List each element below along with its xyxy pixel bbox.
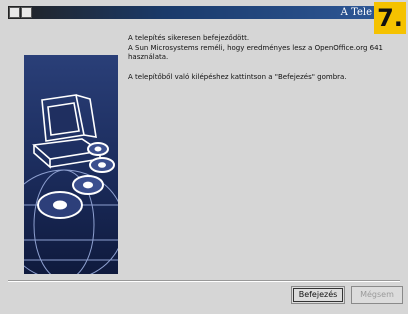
computer-icon xyxy=(24,94,118,274)
title-bar[interactable]: A Tele xyxy=(8,6,400,19)
window-shade-button[interactable] xyxy=(21,7,32,18)
message-exit-hint: A telepítőből való kilépéshez kattintson… xyxy=(128,72,347,81)
separator xyxy=(8,280,400,282)
step-badge: 7. xyxy=(374,2,406,34)
message-area: A telepítés sikeresen befejeződött. A Su… xyxy=(128,34,388,82)
cancel-button[interactable]: Mégsem xyxy=(351,286,403,304)
message-thanks: A Sun Microsystems reméli, hogy eredmény… xyxy=(128,43,383,62)
finish-button[interactable]: Befejezés xyxy=(291,286,345,304)
message-success: A telepítés sikeresen befejeződött. xyxy=(128,34,250,42)
installer-window: A Tele 7. A telepítés sikeresen befejező… xyxy=(0,0,408,314)
window-menu-button[interactable] xyxy=(9,7,20,18)
side-graphic xyxy=(24,55,118,274)
window-title: A Tele xyxy=(340,7,372,18)
